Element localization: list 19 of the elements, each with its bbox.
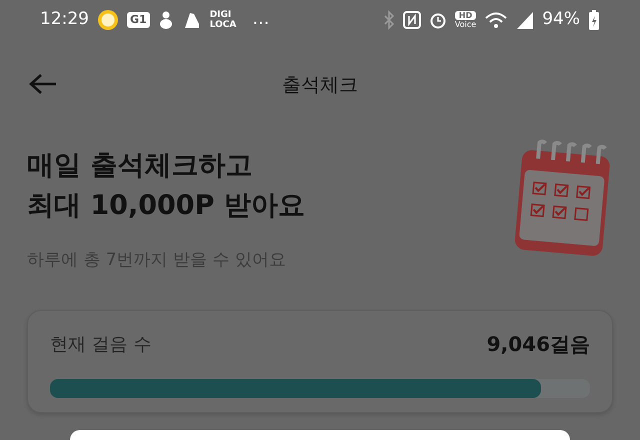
status-time: 12:29 [40,8,89,32]
steps-label: 현재 걸음 수 [50,332,152,356]
app-label: DIGI LOCA [210,10,236,30]
hero-title: 매일 출석체크하고 최대 10,000P 받아요 [27,149,306,223]
signal-icon [516,10,534,30]
more-indicator: … [252,8,270,32]
nfc-icon [402,11,421,29]
page-title: 출석체크 [282,72,358,98]
sun-icon [97,9,119,31]
app-badge: G1 [127,12,150,28]
figure-icon [158,10,174,30]
back-arrow-icon[interactable] [28,72,58,96]
alarm-icon [428,11,447,29]
battery-icon [588,9,600,31]
bluetooth-icon [382,10,395,30]
wifi-icon [484,10,508,30]
battery-percent: 94% [542,8,580,32]
hd-voice-label: HD Voice [454,11,476,29]
steps-count: 9,046걸음 [486,331,590,358]
